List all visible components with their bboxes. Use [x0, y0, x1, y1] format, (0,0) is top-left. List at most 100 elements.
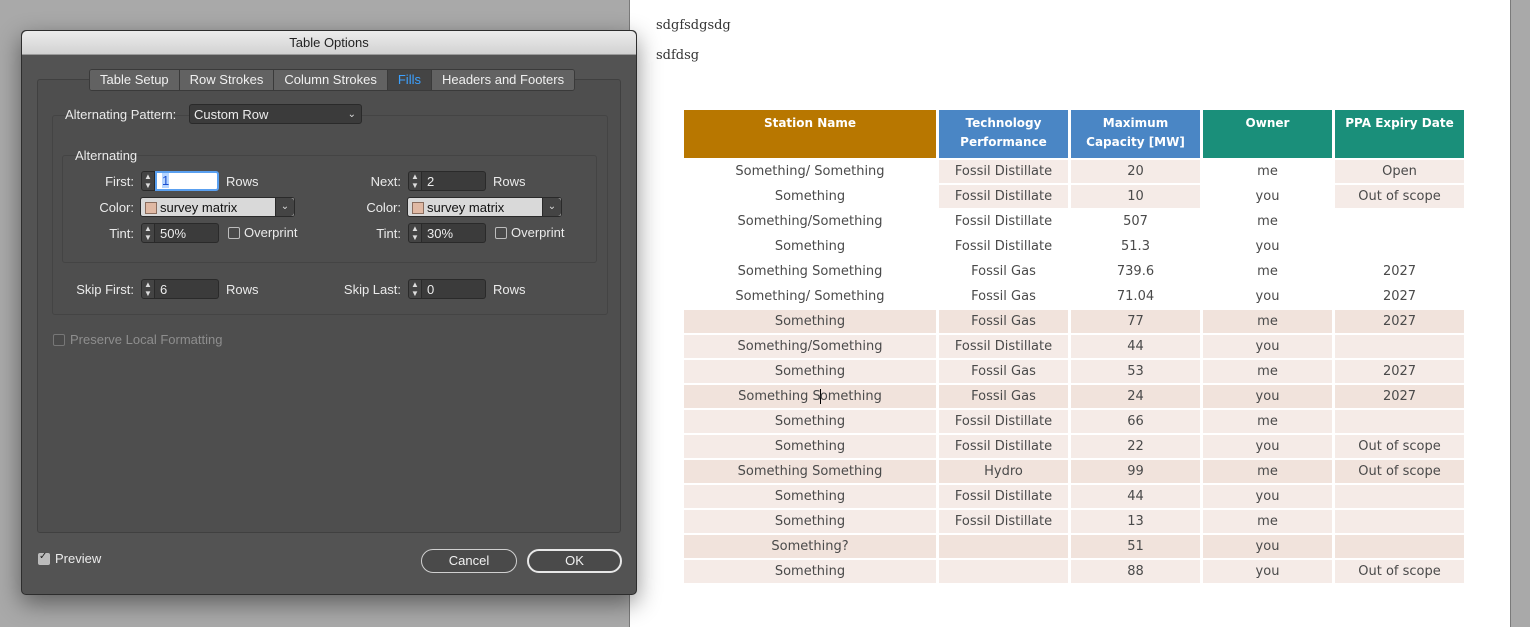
technology-cell[interactable] — [939, 535, 1068, 558]
station-name-cell[interactable]: Something? — [684, 535, 936, 558]
technology-cell[interactable]: Fossil Distillate — [939, 210, 1068, 233]
ppa-expiry-cell[interactable]: 2027 — [1335, 260, 1464, 283]
ppa-expiry-cell[interactable] — [1335, 510, 1464, 533]
tab-headers-footers[interactable]: Headers and Footers — [431, 70, 575, 90]
technology-cell[interactable]: Fossil Distillate — [939, 410, 1068, 433]
station-name-cell[interactable]: Something — [684, 410, 936, 433]
station-name-cell[interactable]: Something — [684, 560, 936, 583]
capacity-cell[interactable]: 13 — [1071, 510, 1200, 533]
technology-cell[interactable]: Fossil Distillate — [939, 435, 1068, 458]
first-tint-input[interactable]: 50% — [155, 223, 219, 243]
station-name-cell[interactable]: Something — [684, 360, 936, 383]
owner-cell[interactable]: you — [1203, 435, 1332, 458]
next-tint-stepper[interactable]: ▲ ▼ — [408, 223, 422, 243]
owner-cell[interactable]: you — [1203, 185, 1332, 208]
capacity-cell[interactable]: 71.04 — [1071, 285, 1200, 308]
owner-cell[interactable]: me — [1203, 410, 1332, 433]
owner-cell[interactable]: you — [1203, 560, 1332, 583]
first-stepper[interactable]: ▲ ▼ — [141, 171, 155, 191]
next-tint-input[interactable]: 30% — [422, 223, 486, 243]
capacity-cell[interactable]: 66 — [1071, 410, 1200, 433]
technology-cell[interactable]: Fossil Gas — [939, 360, 1068, 383]
alternating-pattern-select[interactable]: Custom Row ⌄ — [189, 104, 362, 124]
preview-checkbox[interactable] — [38, 551, 50, 565]
document-text-line[interactable]: sdgfsdgsdg — [656, 18, 731, 33]
next-rows-input[interactable]: 2 — [422, 171, 486, 191]
skip-first-stepper[interactable]: ▲ ▼ — [141, 279, 155, 299]
technology-cell[interactable]: Fossil Gas — [939, 310, 1068, 333]
owner-cell[interactable]: you — [1203, 535, 1332, 558]
ppa-expiry-cell[interactable] — [1335, 335, 1464, 358]
tab-fills[interactable]: Fills — [387, 70, 432, 90]
owner-cell[interactable]: me — [1203, 460, 1332, 483]
owner-cell[interactable]: me — [1203, 160, 1332, 183]
skip-last-stepper[interactable]: ▲ ▼ — [408, 279, 422, 299]
capacity-cell[interactable]: 507 — [1071, 210, 1200, 233]
ppa-expiry-cell[interactable] — [1335, 235, 1464, 258]
capacity-cell[interactable]: 51.3 — [1071, 235, 1200, 258]
station-name-cell[interactable]: Something — [684, 185, 936, 208]
owner-cell[interactable]: you — [1203, 385, 1332, 408]
owner-cell[interactable]: you — [1203, 235, 1332, 258]
station-name-cell[interactable]: Something/Something — [684, 210, 936, 233]
owner-cell[interactable]: me — [1203, 310, 1332, 333]
station-name-cell[interactable]: Something — [684, 235, 936, 258]
technology-cell[interactable] — [939, 560, 1068, 583]
first-color-select[interactable]: survey matrix ⌄ — [140, 197, 295, 217]
next-color-select[interactable]: survey matrix ⌄ — [407, 197, 562, 217]
technology-cell[interactable]: Fossil Gas — [939, 260, 1068, 283]
ppa-expiry-cell[interactable]: Out of scope — [1335, 435, 1464, 458]
owner-cell[interactable]: you — [1203, 335, 1332, 358]
tab-row-strokes[interactable]: Row Strokes — [179, 70, 275, 90]
first-rows-input[interactable]: 1 — [155, 171, 219, 191]
header-station-name[interactable]: Station Name — [684, 110, 936, 158]
ppa-expiry-cell[interactable] — [1335, 410, 1464, 433]
station-name-cell[interactable]: Something — [684, 485, 936, 508]
ok-button[interactable]: OK — [527, 549, 622, 573]
chevron-down-icon[interactable]: ⌄ — [542, 198, 561, 216]
technology-cell[interactable]: Fossil Gas — [939, 385, 1068, 408]
ppa-expiry-cell[interactable]: 2027 — [1335, 385, 1464, 408]
report-table[interactable]: Station Name Technology Performance Maxi… — [681, 108, 1467, 585]
ppa-expiry-cell[interactable] — [1335, 535, 1464, 558]
cancel-button[interactable]: Cancel — [421, 549, 517, 573]
first-overprint-checkbox[interactable] — [228, 227, 240, 239]
station-name-cell[interactable]: Something — [684, 310, 936, 333]
station-name-cell[interactable]: Something Something — [684, 460, 936, 483]
ppa-expiry-cell[interactable] — [1335, 485, 1464, 508]
capacity-cell[interactable]: 24 — [1071, 385, 1200, 408]
technology-cell[interactable]: Fossil Gas — [939, 285, 1068, 308]
capacity-cell[interactable]: 44 — [1071, 485, 1200, 508]
ppa-expiry-cell[interactable]: 2027 — [1335, 285, 1464, 308]
technology-cell[interactable]: Fossil Distillate — [939, 485, 1068, 508]
ppa-expiry-cell[interactable]: Out of scope — [1335, 185, 1464, 208]
technology-cell[interactable]: Hydro — [939, 460, 1068, 483]
station-name-cell[interactable]: Something — [684, 435, 936, 458]
technology-cell[interactable]: Fossil Distillate — [939, 160, 1068, 183]
station-name-cell[interactable]: Something Something — [684, 260, 936, 283]
technology-cell[interactable]: Fossil Distillate — [939, 235, 1068, 258]
header-owner[interactable]: Owner — [1203, 110, 1332, 158]
owner-cell[interactable]: me — [1203, 210, 1332, 233]
station-name-cell[interactable]: Something Something — [684, 385, 936, 408]
skip-last-input[interactable]: 0 — [422, 279, 486, 299]
capacity-cell[interactable]: 44 — [1071, 335, 1200, 358]
header-ppa-expiry[interactable]: PPA Expiry Date — [1335, 110, 1464, 158]
capacity-cell[interactable]: 99 — [1071, 460, 1200, 483]
capacity-cell[interactable]: 51 — [1071, 535, 1200, 558]
technology-cell[interactable]: Fossil Distillate — [939, 335, 1068, 358]
dialog-title[interactable]: Table Options — [22, 31, 636, 55]
technology-cell[interactable]: Fossil Distillate — [939, 185, 1068, 208]
capacity-cell[interactable]: 77 — [1071, 310, 1200, 333]
document-text-line[interactable]: sdfdsg — [656, 48, 699, 63]
ppa-expiry-cell[interactable] — [1335, 210, 1464, 233]
next-overprint-checkbox[interactable] — [495, 227, 507, 239]
preserve-formatting-checkbox[interactable] — [53, 334, 65, 346]
station-name-cell[interactable]: Something — [684, 510, 936, 533]
first-tint-stepper[interactable]: ▲ ▼ — [141, 223, 155, 243]
owner-cell[interactable]: me — [1203, 510, 1332, 533]
capacity-cell[interactable]: 20 — [1071, 160, 1200, 183]
header-technology[interactable]: Technology Performance — [939, 110, 1068, 158]
ppa-expiry-cell[interactable]: Out of scope — [1335, 460, 1464, 483]
ppa-expiry-cell[interactable]: Open — [1335, 160, 1464, 183]
